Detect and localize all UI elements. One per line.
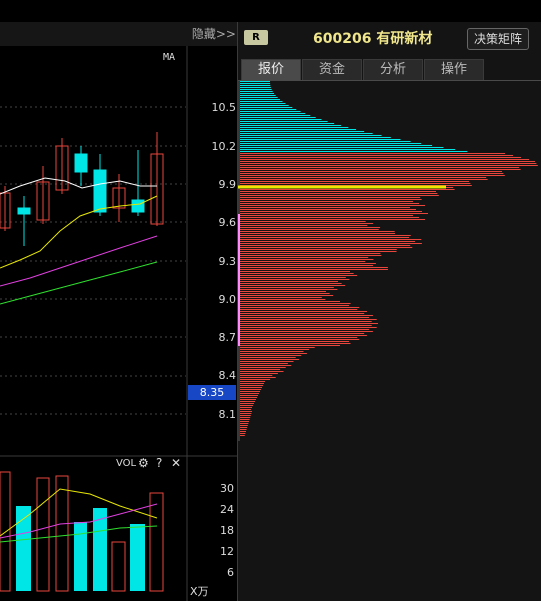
price-tick: 10.5 [211, 101, 237, 114]
volume-bars [0, 471, 164, 592]
tab-funds[interactable]: 资金 [302, 59, 362, 80]
tab-operate[interactable]: 操作 [424, 59, 484, 80]
tab-analysis[interactable]: 分析 [363, 59, 423, 80]
decision-matrix-button[interactable]: 决策矩阵 [467, 28, 529, 50]
volume-unit: X万 [190, 585, 209, 598]
tab-quote[interactable]: 报价 [241, 59, 301, 80]
volume-tick: 24 [220, 503, 234, 516]
chart-toolbar: 隐藏>> [0, 22, 238, 47]
candles [0, 132, 164, 246]
price-tick: 8.7 [218, 331, 237, 344]
stock-name: 有研新材 [376, 31, 433, 47]
price-tick: 8.1 [218, 408, 237, 421]
volume-tick: 12 [220, 545, 234, 558]
kline-chart [0, 46, 238, 601]
volume-tick: 18 [220, 524, 234, 537]
volume-tick: 30 [220, 482, 234, 495]
price-tick: 10.2 [211, 140, 237, 153]
help-icon[interactable]: ? [156, 456, 162, 470]
price-tick: 8.4 [218, 369, 237, 382]
gear-icon[interactable]: ⚙ [138, 456, 149, 470]
hide-button[interactable]: 隐藏>> [192, 25, 236, 42]
price-tick: 9.9 [218, 178, 237, 191]
price-tick: 9.3 [218, 255, 237, 268]
chip-distribution [238, 81, 538, 441]
stock-code: 600206 [313, 31, 372, 47]
price-tick: 9.0 [218, 293, 237, 306]
current-price-marker: 8.35 [188, 385, 236, 400]
ma-label: MA [163, 52, 176, 63]
volume-label: VOL [116, 458, 137, 469]
price-tick: 9.6 [218, 216, 237, 229]
close-icon[interactable]: ✕ [171, 456, 181, 470]
volume-tick: 6 [227, 566, 234, 579]
r-badge: R [244, 30, 268, 45]
stock-title: 600206 有研新材 [313, 28, 432, 48]
